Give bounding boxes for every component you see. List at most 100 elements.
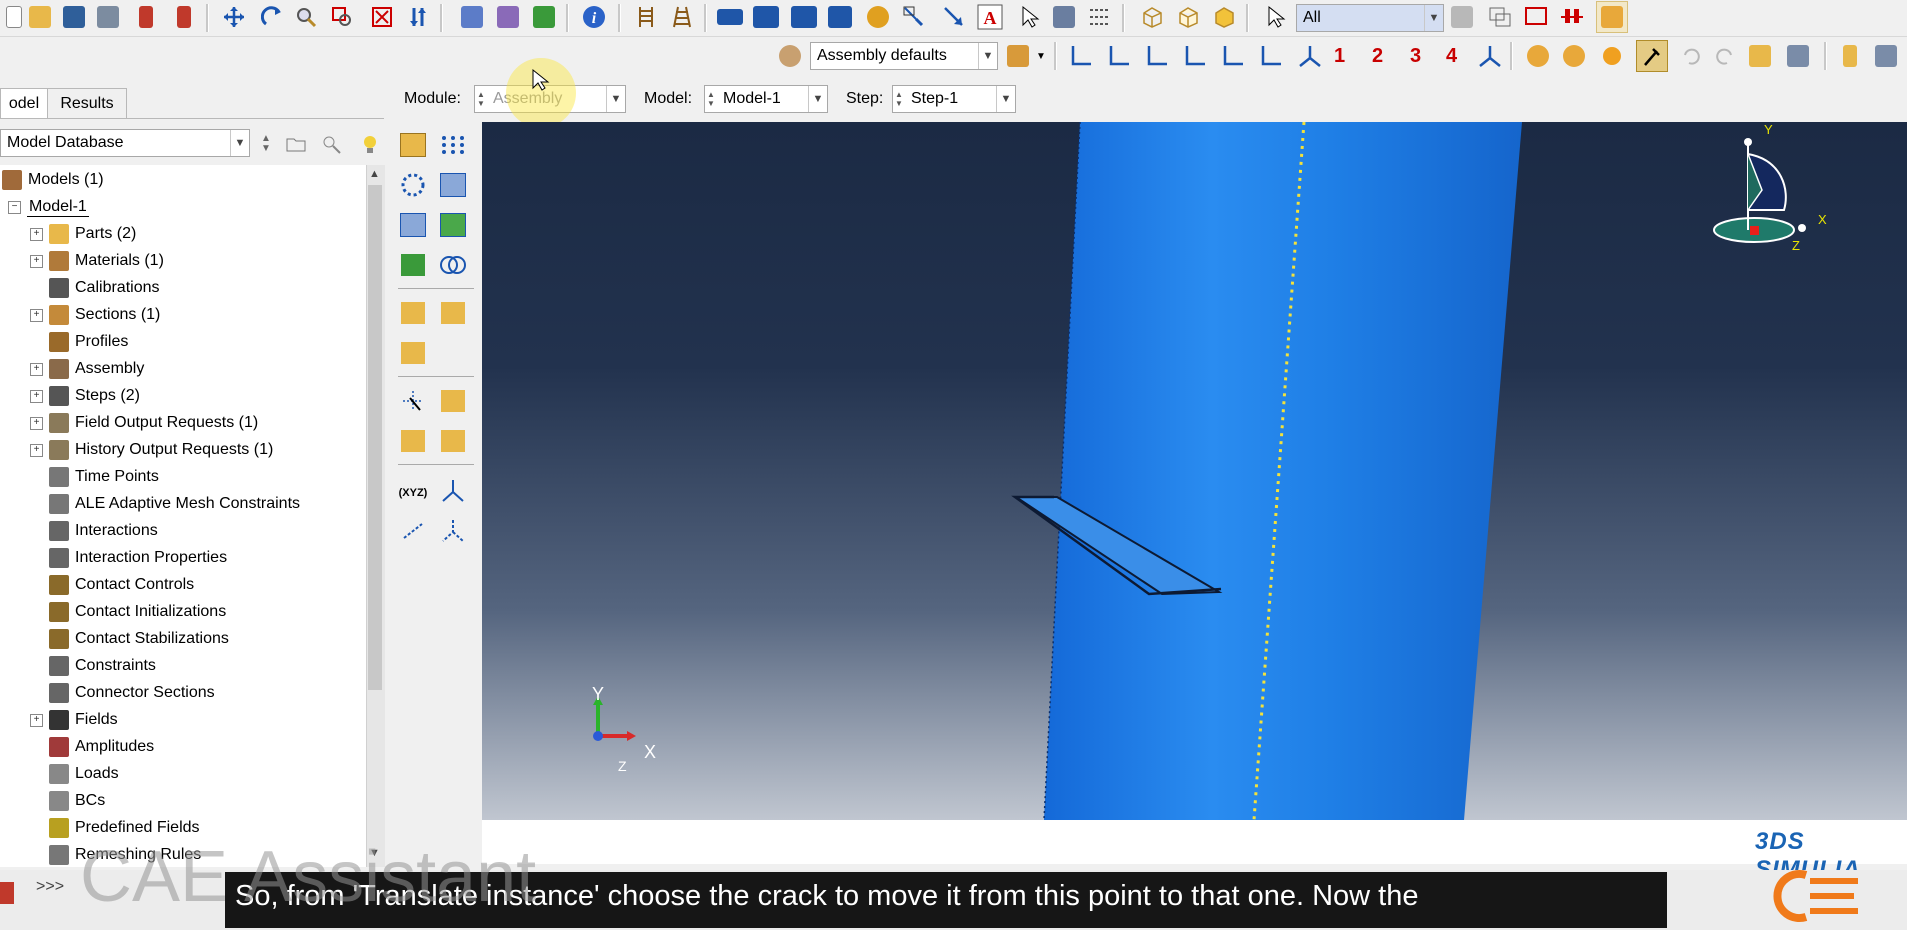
expand-icon[interactable]: +	[30, 254, 43, 268]
instance-display-icon[interactable]	[1746, 42, 1774, 70]
expand-icon[interactable]: +	[30, 443, 43, 457]
render-hidden-icon[interactable]	[494, 3, 522, 31]
chevron-down-icon[interactable]: ▼	[230, 130, 249, 156]
tree-node-steps[interactable]: + Steps (2)	[30, 383, 140, 409]
expand-icon[interactable]: +	[30, 227, 43, 241]
scroll-up-icon[interactable]: ▲	[369, 168, 380, 180]
collapse-icon[interactable]: −	[8, 200, 21, 214]
message-tab-icon[interactable]	[0, 882, 14, 904]
create-datum-icon[interactable]	[1836, 42, 1864, 70]
redo-icon[interactable]	[1712, 42, 1740, 70]
create-instance-icon[interactable]	[396, 128, 430, 162]
select-box-icon[interactable]	[1486, 3, 1514, 31]
translate-to-contact-icon[interactable]	[436, 208, 470, 242]
tree-node-model1[interactable]: − Model-1	[8, 194, 89, 220]
select-options-icon[interactable]	[1558, 3, 1586, 31]
tree-node-fields[interactable]: + Fields	[30, 707, 118, 733]
select-cursor-icon[interactable]	[1016, 3, 1044, 31]
cylinder-body[interactable]	[1044, 122, 1522, 820]
query-tool-icon[interactable]	[1636, 40, 1668, 72]
view-iso2-icon[interactable]	[1174, 3, 1202, 31]
viewport-horizontal-icon[interactable]	[790, 3, 818, 31]
select-arrow-icon[interactable]	[1262, 3, 1290, 31]
datum-csys-icon[interactable]	[436, 514, 470, 548]
view-front-icon[interactable]	[1068, 42, 1096, 70]
create-datum-plane-icon[interactable]	[436, 424, 470, 458]
tree-node-contact-initializations[interactable]: Contact Initializations	[30, 599, 226, 625]
expand-icon[interactable]: +	[30, 416, 43, 430]
view-4-button[interactable]: 4	[1446, 45, 1457, 68]
palette-icon[interactable]	[776, 42, 804, 70]
tree-node-ale-adaptive-mesh-constraints[interactable]: ALE Adaptive Mesh Constraints	[30, 491, 300, 517]
copy-icon[interactable]	[1448, 3, 1476, 31]
save-icon[interactable]	[60, 3, 88, 31]
step-spinner[interactable]: ▲ ▼	[893, 86, 905, 112]
tree-node-history-output-requests[interactable]: + History Output Requests (1)	[30, 437, 273, 463]
tree-node-contact-controls[interactable]: Contact Controls	[30, 572, 194, 598]
expand-icon[interactable]: +	[30, 389, 43, 403]
view-bottom-icon[interactable]	[1182, 42, 1210, 70]
tree-node-connector-sections[interactable]: Connector Sections	[30, 680, 215, 706]
export-icon[interactable]	[170, 3, 198, 31]
tree-node-loads[interactable]: Loads	[30, 761, 119, 787]
rotate-instance-icon[interactable]	[396, 208, 430, 242]
tree-node-constraints[interactable]: Constraints	[30, 653, 156, 679]
expand-icon[interactable]: +	[30, 713, 43, 727]
view-top-icon[interactable]	[1144, 42, 1172, 70]
view-2-button[interactable]: 2	[1372, 45, 1383, 68]
ruler-icon[interactable]	[632, 3, 660, 31]
position-constraint-icon[interactable]	[396, 296, 430, 330]
auto-fit-icon[interactable]	[368, 3, 396, 31]
linear-pattern-icon[interactable]	[436, 128, 470, 162]
tree-node-contact-stabilizations[interactable]: Contact Stabilizations	[30, 626, 229, 652]
pan-icon[interactable]	[220, 3, 248, 31]
display-list-icon[interactable]	[1086, 3, 1114, 31]
tree-node-amplitudes[interactable]: Amplitudes	[30, 734, 154, 760]
folder-up-icon[interactable]	[282, 130, 310, 158]
rotate-icon[interactable]	[258, 3, 286, 31]
render-shaded-icon[interactable]	[530, 3, 558, 31]
magnify-icon[interactable]	[292, 3, 320, 31]
chevron-down-icon[interactable]: ▼	[808, 86, 827, 112]
merge-cut-icon[interactable]	[396, 248, 430, 282]
cycle-views-icon[interactable]	[404, 3, 432, 31]
link-viewports-icon[interactable]	[864, 3, 892, 31]
render-wireframe-icon[interactable]	[458, 3, 486, 31]
database-select[interactable]: Model Database ▼	[0, 129, 250, 157]
color-code-icon[interactable]	[1004, 42, 1032, 70]
selection-filter-select[interactable]: All ▼	[1296, 4, 1444, 32]
render-style-select[interactable]: Assembly defaults ▼	[810, 42, 998, 70]
new-file-icon[interactable]	[0, 3, 28, 31]
view-left-icon[interactable]	[1220, 42, 1248, 70]
edit-feature-icon[interactable]	[396, 336, 430, 370]
chevron-down-icon[interactable]: ▼	[1424, 5, 1443, 31]
tree-node-models[interactable]: Models (1)	[2, 167, 104, 193]
tree-node-time-points[interactable]: Time Points	[30, 464, 159, 490]
csys-icon[interactable]	[436, 474, 470, 508]
filter-icon[interactable]	[318, 130, 346, 158]
view-compass-icon[interactable]	[1712, 130, 1822, 250]
text-box-icon[interactable]: A	[976, 3, 1004, 31]
model-spinner[interactable]: ▲ ▼	[705, 86, 717, 112]
print-icon[interactable]	[94, 3, 122, 31]
chevron-down-icon[interactable]: ▼	[1034, 42, 1048, 70]
tree-node-profiles[interactable]: Profiles	[30, 329, 128, 355]
view-1-button[interactable]: 1	[1334, 45, 1345, 68]
tab-model[interactable]: odel	[0, 88, 48, 119]
query-info-icon[interactable]: i	[580, 3, 608, 31]
cylinder-model[interactable]	[482, 122, 1907, 820]
tab-results[interactable]: Results	[47, 88, 127, 119]
module-spinner[interactable]: ▲ ▼	[475, 86, 487, 112]
lightbulb-icon[interactable]	[356, 130, 384, 158]
cut-options-icon[interactable]	[1560, 42, 1588, 70]
zoom-box-icon[interactable]	[328, 3, 356, 31]
viewport-vertical-icon[interactable]	[826, 3, 854, 31]
view-iso-icon[interactable]	[1296, 42, 1324, 70]
tree-scroll-thumb[interactable]	[368, 185, 382, 690]
axis-triad-icon[interactable]	[1476, 42, 1504, 70]
view-iso3-icon[interactable]	[1210, 3, 1238, 31]
create-datum-csys-icon[interactable]: (XYZ)	[396, 476, 430, 510]
view-right-icon[interactable]	[1258, 42, 1286, 70]
tree-node-materials[interactable]: + Materials (1)	[30, 248, 164, 274]
tree-node-sections[interactable]: + Sections (1)	[30, 302, 160, 328]
